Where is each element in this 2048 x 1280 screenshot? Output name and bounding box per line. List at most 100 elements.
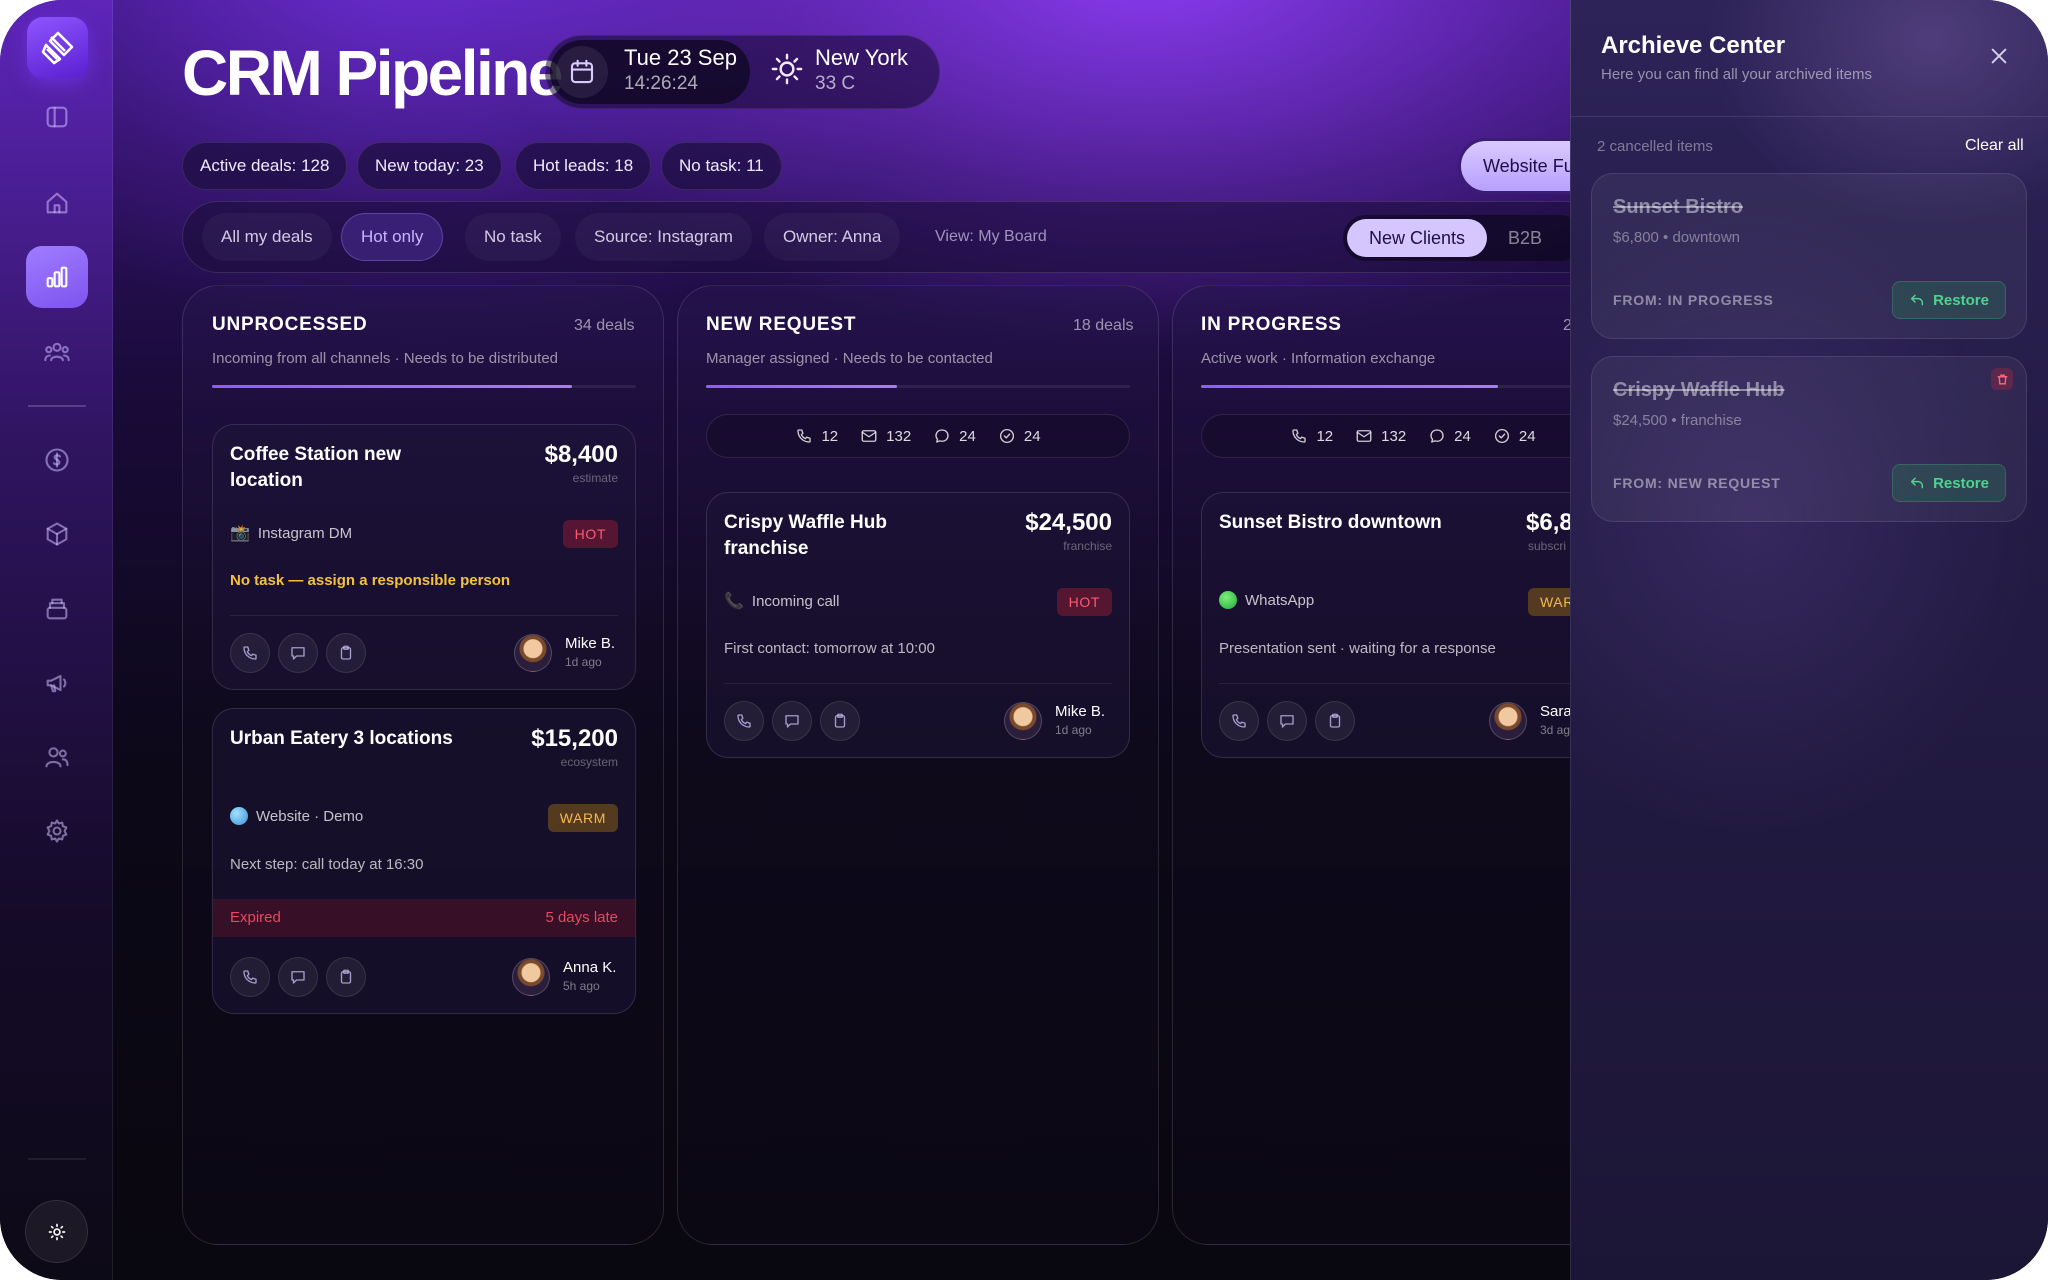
message-button[interactable] — [278, 957, 318, 997]
archived-item-sub: $6,800 • downtown — [1613, 229, 1741, 246]
archived-item-title: Sunset Bistro — [1613, 196, 1744, 218]
stat-hot-leads[interactable]: Hot leads: 18 — [515, 142, 652, 190]
website-funnel-button[interactable]: Website Fu — [1458, 138, 1578, 194]
restore-button[interactable]: Restore — [1892, 281, 2006, 319]
column-count: 34 deals — [574, 317, 635, 334]
tasks-counter[interactable]: 24 — [998, 427, 1041, 445]
tasks-counter[interactable]: 24 — [1493, 427, 1536, 445]
call-button[interactable] — [724, 701, 764, 741]
stat-no-task[interactable]: No task: 11 — [661, 142, 782, 190]
calls-counter[interactable]: 12 — [1290, 427, 1333, 445]
call-button[interactable] — [230, 957, 270, 997]
sun-small-icon — [48, 1223, 65, 1240]
deal-card[interactable]: Crispy Waffle Hub franchise $24,500 fran… — [706, 492, 1130, 758]
chats-counter[interactable]: 24 — [933, 427, 976, 445]
deal-title: Sunset Bistro downtown — [1219, 512, 1442, 533]
deal-card[interactable]: Coffee Station new location $8,400 estim… — [212, 424, 636, 690]
sidebar-toggle-icon[interactable] — [26, 86, 88, 148]
stat-active-deals[interactable]: Active deals: 128 — [182, 142, 348, 190]
segment-new-clients[interactable]: New Clients — [1347, 219, 1487, 257]
column-subtitle: Active work · Information exchange — [1201, 350, 1436, 367]
sidebar-divider-bottom — [28, 1158, 86, 1160]
settings-icon[interactable] — [26, 800, 88, 862]
owner-time: 1d ago — [565, 655, 602, 669]
progress-fill — [212, 385, 573, 388]
deal-source: Website · Demo — [230, 807, 363, 825]
restore-label: Restore — [1933, 474, 1989, 492]
message-button[interactable] — [772, 701, 812, 741]
task-button[interactable] — [1315, 701, 1355, 741]
column-title: IN PROGRESS — [1201, 314, 1342, 335]
chat-icon — [1430, 429, 1444, 443]
column-title: UNPROCESSED — [212, 314, 368, 335]
deal-source: 📸 Instagram DM — [230, 523, 352, 543]
clear-all-button[interactable]: Clear all — [1965, 137, 2024, 155]
theme-toggle-button[interactable] — [25, 1200, 88, 1263]
archive-subtitle: Here you can find all your archived item… — [1601, 66, 1872, 83]
activity-counters: 12 132 24 24 — [706, 414, 1130, 458]
deal-amount: $24,500 — [1025, 509, 1112, 536]
deal-amount: $8,400 — [544, 441, 618, 468]
filter-hot-only[interactable]: Hot only — [341, 213, 444, 261]
analytics-icon[interactable] — [26, 246, 88, 308]
late-label: 5 days late — [545, 909, 618, 926]
call-button[interactable] — [230, 633, 270, 673]
calls-count: 12 — [1316, 427, 1334, 445]
deal-card[interactable]: Sunset Bistro downtown $6,8 subscri What… — [1201, 492, 1625, 758]
progress-fill — [706, 385, 897, 388]
emails-counter[interactable]: 132 — [1355, 427, 1406, 445]
view-selector[interactable]: View: My Board — [916, 213, 1066, 261]
deal-card[interactable]: Urban Eatery 3 locations $15,200 ecosyst… — [212, 708, 636, 1014]
deal-note: No task — assign a responsible person — [230, 572, 511, 589]
emails-count: 132 — [1381, 427, 1407, 445]
column-title: NEW REQUEST — [706, 314, 857, 335]
segment-b2b[interactable]: B2B — [1508, 219, 1542, 257]
home-icon[interactable] — [26, 172, 88, 234]
phone-icon — [797, 429, 812, 443]
expired-strip: Expired 5 days late — [213, 899, 635, 937]
emails-counter[interactable]: 132 — [860, 427, 911, 445]
deal-title: Urban Eatery 3 locations — [230, 728, 453, 749]
call-button[interactable] — [1219, 701, 1259, 741]
app-window: CRM Pipeline Tue 23 Sep 14:26:24 New Yor… — [0, 0, 2048, 1280]
calendar-icon — [556, 46, 608, 98]
task-button[interactable] — [326, 633, 366, 673]
team-icon[interactable] — [26, 321, 88, 383]
panel-divider — [1570, 116, 2048, 117]
message-button[interactable] — [278, 633, 318, 673]
card-divider — [230, 615, 618, 616]
close-icon[interactable] — [1985, 42, 2013, 70]
column-count: 18 deals — [1073, 317, 1134, 334]
chats-counter[interactable]: 24 — [1428, 427, 1471, 445]
calls-counter[interactable]: 12 — [795, 427, 838, 445]
column-subtitle: Manager assigned · Needs to be contacted — [706, 350, 993, 367]
current-time: 14:26:24 — [624, 73, 698, 94]
deal-amount-note: franchise — [1063, 539, 1112, 553]
filter-no-task[interactable]: No task — [465, 213, 561, 261]
page-title: CRM Pipeline — [182, 37, 563, 109]
deal-title: Coffee Station new location — [230, 444, 402, 491]
owner-name: Anna K. — [563, 959, 617, 976]
deal-title: Crispy Waffle Hub franchise — [724, 512, 887, 559]
calls-count: 12 — [821, 427, 839, 445]
filter-source-instagram[interactable]: Source: Instagram — [575, 213, 752, 261]
dollar-icon[interactable] — [26, 429, 88, 491]
archived-item-sub: $24,500 • franchise — [1613, 412, 1742, 429]
megaphone-icon[interactable] — [26, 652, 88, 714]
filter-owner-anna[interactable]: Owner: Anna — [764, 213, 901, 261]
archive-title: Archieve Center — [1601, 32, 1786, 59]
inbox-icon[interactable] — [26, 578, 88, 640]
users-icon[interactable] — [26, 726, 88, 788]
phone-icon — [1292, 429, 1307, 443]
task-button[interactable] — [326, 957, 366, 997]
trash-icon[interactable] — [1991, 368, 2013, 390]
filter-all-my-deals[interactable]: All my deals — [202, 213, 332, 261]
mail-icon — [861, 430, 877, 442]
box-icon[interactable] — [26, 503, 88, 565]
task-button[interactable] — [820, 701, 860, 741]
message-button[interactable] — [1267, 701, 1307, 741]
stat-new-today[interactable]: New today: 23 — [357, 142, 502, 190]
app-logo[interactable] — [27, 17, 88, 78]
restore-button[interactable]: Restore — [1892, 464, 2006, 502]
avatar — [1004, 702, 1042, 740]
